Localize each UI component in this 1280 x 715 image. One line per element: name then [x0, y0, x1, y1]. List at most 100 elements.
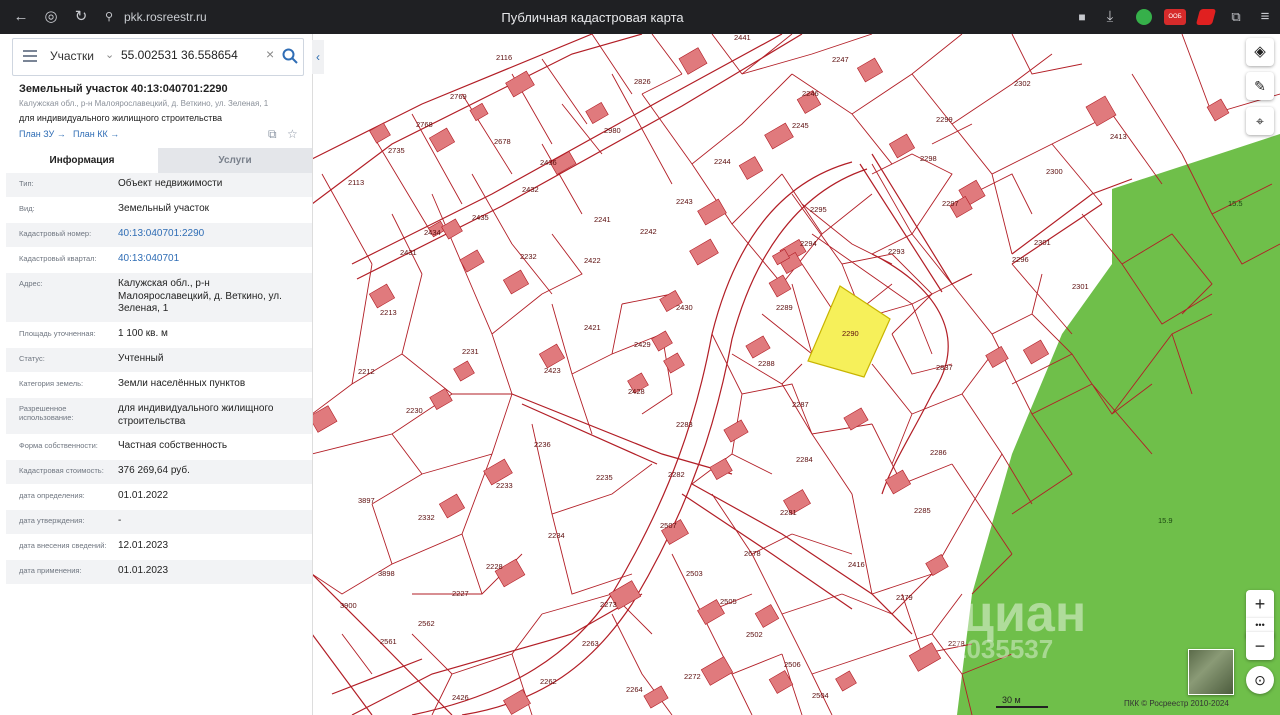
svg-text:2246: 2246	[802, 89, 819, 98]
svg-text:2272: 2272	[684, 672, 701, 681]
svg-text:2506: 2506	[784, 660, 801, 669]
table-row: Кадастровый квартал: 40:13:040701	[6, 248, 312, 273]
star-icon[interactable]: ☆	[287, 127, 301, 141]
svg-text:2262: 2262	[540, 677, 557, 686]
svg-text:2504: 2504	[812, 691, 829, 700]
svg-text:2561: 2561	[380, 637, 397, 646]
svg-text:3900: 3900	[340, 601, 357, 610]
svg-text:2287: 2287	[792, 400, 809, 409]
ruler-icon[interactable]: ✎	[1246, 72, 1274, 100]
svg-text:2273: 2273	[600, 600, 617, 609]
compass-icon[interactable]: ⊙	[1246, 666, 1274, 694]
watermark-id: 1035537	[952, 634, 1054, 664]
layers-icon[interactable]: ◈	[1246, 38, 1274, 66]
svg-text:2332: 2332	[418, 513, 435, 522]
svg-text:2236: 2236	[534, 440, 551, 449]
table-row: Вид: Земельный участок	[6, 198, 312, 223]
svg-text:2230: 2230	[406, 406, 423, 415]
svg-text:2428: 2428	[628, 387, 645, 396]
svg-text:2436: 2436	[540, 158, 557, 167]
svg-text:2231: 2231	[462, 347, 479, 356]
info-panel: Участки ⌄ × Земельный участок 40:13:0407…	[0, 34, 313, 715]
bookmark-icon[interactable]: ■	[1073, 8, 1091, 26]
tab-info[interactable]: Информация	[6, 148, 158, 173]
svg-text:2769: 2769	[450, 92, 467, 101]
svg-text:2678: 2678	[494, 137, 511, 146]
parcel-layer: 2290 244121162826 224723022769 298022462…	[312, 34, 1280, 715]
adblock-extension-icon[interactable]	[1136, 9, 1152, 25]
svg-text:2423: 2423	[544, 366, 561, 375]
svg-text:2213: 2213	[380, 308, 397, 317]
plan-kk-link[interactable]: План КК →	[73, 129, 119, 139]
tabs: Информация Услуги	[6, 148, 312, 173]
table-row: дата определения: 01.01.2022	[6, 485, 312, 510]
svg-text:2296: 2296	[1012, 255, 1029, 264]
svg-text:2244: 2244	[714, 157, 731, 166]
svg-text:2228: 2228	[486, 562, 503, 571]
table-row: дата утверждения: -	[6, 510, 312, 535]
svg-text:2212: 2212	[358, 367, 375, 376]
tab-services[interactable]: Услуги	[158, 148, 312, 173]
browser-toolbar: ← ◎ ↻ ⚲ pkk.rosreestr.ru Публичная кадас…	[0, 0, 1280, 34]
svg-text:2432: 2432	[522, 185, 539, 194]
svg-text:15.9: 15.9	[1158, 516, 1173, 525]
search-input[interactable]	[121, 48, 261, 62]
table-row: Кадастровый номер: 40:13:040701:2290	[6, 223, 312, 248]
extensions-puzzle-icon[interactable]: ⧉	[1227, 8, 1245, 26]
svg-text:2302: 2302	[1014, 79, 1031, 88]
svg-text:3897: 3897	[358, 496, 375, 505]
svg-text:2299: 2299	[936, 115, 953, 124]
table-row: дата внесения сведений: 12.01.2023	[6, 535, 312, 560]
svg-text:2301: 2301	[1072, 282, 1089, 291]
hamburger-icon[interactable]	[23, 50, 37, 52]
svg-text:2289: 2289	[776, 303, 793, 312]
svg-text:2735: 2735	[388, 146, 405, 155]
table-row: Форма собственности: Частная собственност…	[6, 435, 312, 460]
clear-icon[interactable]: ×	[266, 46, 274, 62]
svg-text:2678: 2678	[744, 549, 761, 558]
svg-text:2301: 2301	[1034, 238, 1051, 247]
svg-text:15.5: 15.5	[1228, 199, 1243, 208]
svg-text:2297: 2297	[942, 199, 959, 208]
cadastral-number-link[interactable]: 40:13:040701:2290	[118, 228, 304, 241]
svg-text:2285: 2285	[914, 506, 931, 515]
svg-text:2232: 2232	[520, 252, 537, 261]
zoom-out-button[interactable]: −	[1246, 632, 1274, 660]
parcel-title: Земельный участок 40:13:040701:2290	[19, 83, 228, 95]
scale-label: 30 м	[1002, 695, 1021, 705]
menu-icon[interactable]: ≡	[1256, 8, 1274, 26]
svg-text:2562: 2562	[418, 619, 435, 628]
plan-zu-link[interactable]: План ЗУ →	[19, 129, 66, 139]
svg-text:2294: 2294	[800, 239, 817, 248]
svg-text:2429: 2429	[634, 340, 651, 349]
locate-icon[interactable]: ⌖	[1246, 107, 1274, 135]
object-type-select[interactable]: Участки	[50, 49, 94, 63]
collapse-panel-button[interactable]: ‹	[312, 40, 324, 74]
table-row: Кадастровая стоимость: 376 269,64 руб.	[6, 460, 312, 485]
svg-text:2413: 2413	[1110, 132, 1127, 141]
svg-text:2264: 2264	[626, 685, 643, 694]
svg-text:2837: 2837	[936, 363, 953, 372]
extension-icon[interactable]	[1195, 9, 1217, 25]
chevron-down-icon[interactable]: ⌄	[105, 48, 114, 61]
svg-text:2295: 2295	[810, 205, 827, 214]
svg-text:2284: 2284	[796, 455, 813, 464]
basemap-switcher[interactable]	[1188, 649, 1234, 695]
svg-text:2279: 2279	[896, 593, 913, 602]
svg-text:2245: 2245	[792, 121, 809, 130]
svg-text:2980: 2980	[604, 126, 621, 135]
svg-text:2435: 2435	[472, 213, 489, 222]
svg-text:2293: 2293	[888, 247, 905, 256]
zoom-in-button[interactable]: +	[1246, 590, 1274, 618]
table-row: Площадь уточненная: 1 100 кв. м	[6, 323, 312, 348]
find-on-map-icon[interactable]: ⧉	[268, 127, 282, 141]
cadastral-map[interactable]: 2290 2441 2116 2826 2247 2302 2769 2980 …	[312, 34, 1280, 715]
cadastral-quarter-link[interactable]: 40:13:040701	[118, 253, 304, 266]
svg-text:2233: 2233	[496, 481, 513, 490]
ext-badge-icon[interactable]: ООБ	[1164, 9, 1186, 25]
search-icon[interactable]	[281, 47, 299, 65]
table-row: Тип: Объект недвижимости	[6, 173, 312, 198]
svg-text:2434: 2434	[424, 228, 441, 237]
download-icon[interactable]: ⤓	[1101, 8, 1119, 26]
svg-text:2300: 2300	[1046, 167, 1063, 176]
